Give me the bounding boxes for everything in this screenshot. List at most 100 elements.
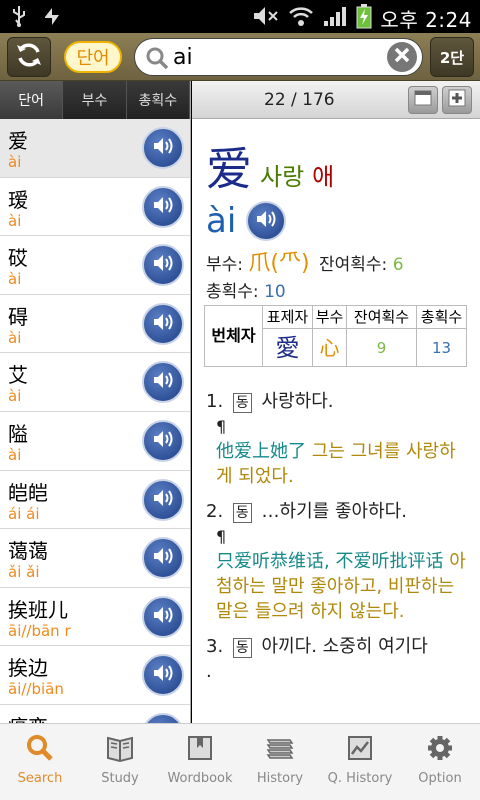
list-item-hanzi: 癌变	[8, 711, 48, 723]
sense-number: 2.	[206, 501, 224, 522]
nav-option[interactable]: Option	[400, 724, 480, 800]
play-audio-button[interactable]	[142, 654, 184, 697]
two-column-button[interactable]: 2단	[430, 37, 474, 77]
add-to-wordbook-button[interactable]	[442, 86, 472, 114]
list-item-hanzi: 瑷	[8, 187, 28, 212]
battery-charging-icon	[356, 3, 372, 33]
book-icon	[105, 734, 135, 766]
play-audio-button[interactable]	[142, 185, 184, 228]
variant-header: 표제자	[262, 305, 313, 329]
list-item-pinyin: ài	[8, 153, 22, 171]
nav-search[interactable]: Search	[0, 724, 80, 800]
sense-2: 2. 동 …하기를 좋아하다. ¶ 只爱听恭维话, 不爱听批评话 아첨하는 말만…	[206, 499, 472, 624]
search-mode-toggle[interactable]: 단어	[64, 41, 122, 73]
nav-q-history[interactable]: Q. History	[320, 724, 400, 800]
list-item[interactable]: 碍 ài	[0, 294, 190, 354]
speaker-icon	[151, 134, 175, 162]
result-counter: 22 / 176	[264, 90, 335, 110]
speaker-icon	[151, 661, 175, 689]
stroke-info: 총획수: 10	[206, 277, 472, 302]
play-audio-button[interactable]	[142, 302, 184, 345]
list-item-hanzi: 皑皑	[8, 480, 48, 505]
list-item[interactable]: 艾 ài	[0, 353, 190, 412]
nav-wordbook[interactable]: Wordbook	[160, 724, 240, 800]
variant-remaining-strokes: 9	[346, 328, 417, 367]
list-item-hanzi: 挨班儿	[8, 597, 68, 622]
search-icon	[26, 734, 54, 766]
pos-tag: 동	[232, 393, 252, 413]
gear-icon	[426, 734, 454, 766]
list-item-pinyin: āi//bān r	[8, 621, 71, 640]
refresh-button[interactable]	[7, 37, 51, 77]
panel-icon	[413, 89, 433, 111]
sense-meaning: …하기를 좋아하다.	[261, 501, 407, 522]
meanings: 1. 동 사랑하다. ¶ 他爱上她了 그는 그녀를 사랑하게 되었다. 2. 동…	[206, 389, 472, 684]
example-chinese: 他爱上她了	[216, 441, 306, 462]
list-item-pinyin: ài	[8, 387, 22, 406]
variant-header: 부수	[312, 305, 347, 329]
list-item[interactable]: 爱 ài	[0, 119, 190, 178]
sense-number: 3.	[206, 636, 224, 657]
search-box	[134, 38, 423, 76]
speaker-icon	[151, 544, 175, 572]
chart-icon	[346, 734, 374, 766]
pos-tag: 동	[232, 638, 252, 658]
headword-pinyin: ài	[206, 201, 237, 241]
tab-stroke-count[interactable]: 총획수	[126, 81, 190, 119]
cell-signal-icon	[322, 4, 348, 32]
example: ¶ 他爱上她了 그는 그녀를 사랑하게 되었다.	[206, 414, 472, 489]
list-item[interactable]: 砹 ài	[0, 236, 190, 295]
nav-label: Search	[17, 771, 63, 786]
list-item-hanzi: 砹	[8, 246, 28, 271]
play-audio-button[interactable]	[142, 361, 184, 404]
list-item-hanzi: 碍	[8, 304, 28, 329]
usb-icon	[10, 5, 28, 31]
list-item[interactable]: 隘 ài	[0, 411, 190, 471]
play-audio-button[interactable]	[142, 537, 184, 580]
entry-detail: 爱 사랑 애 ài 부수: 爪(⺥) 잔여획수: 6 총획수: 10 번체자 표	[192, 119, 480, 684]
list-item-pinyin: ài	[8, 211, 22, 230]
mute-icon	[252, 4, 280, 32]
play-audio-button[interactable]	[142, 478, 184, 521]
headword-hanzi: 爱	[206, 142, 252, 196]
nav-label: Q. History	[327, 771, 393, 786]
sense-1: 1. 동 사랑하다. ¶ 他爱上她了 그는 그녀를 사랑하게 되었다.	[206, 389, 472, 489]
speaker-icon	[151, 310, 175, 338]
sense-number: 1.	[206, 391, 224, 412]
list-item[interactable]: 皑皑 ái ái	[0, 470, 190, 530]
example-chinese: 只爱听恭维话, 不爱听批评话	[216, 551, 444, 572]
radical-value[interactable]: 爪(⺥)	[248, 251, 309, 276]
list-item[interactable]: 瑷 ài	[0, 177, 190, 237]
list-item[interactable]: 癌变	[0, 704, 190, 723]
speaker-icon	[151, 486, 175, 514]
list-item[interactable]: 挨边 āi//biān	[0, 646, 190, 705]
list-item[interactable]: 蔼蔼 ǎi ǎi	[0, 529, 190, 588]
total-strokes-label: 총획수:	[206, 282, 259, 302]
variant-row-header: 번체자	[204, 305, 263, 367]
variant-headword[interactable]: 愛	[262, 328, 313, 367]
play-audio-button[interactable]	[246, 201, 287, 241]
tab-radical[interactable]: 부수	[63, 81, 127, 119]
list-item[interactable]: 挨班儿 āi//bān r	[0, 587, 190, 647]
speaker-icon	[254, 207, 278, 235]
refresh-icon	[14, 40, 44, 74]
play-audio-button[interactable]	[142, 712, 184, 723]
pilcrow-icon: ¶	[216, 417, 227, 436]
play-audio-button[interactable]	[142, 127, 184, 169]
nav-history[interactable]: History	[240, 724, 320, 800]
variant-radical[interactable]: 心	[312, 328, 347, 367]
sense-3: 3. 동 아끼다. 소중히 여기다 .	[206, 634, 472, 684]
wordbook-icon	[186, 734, 214, 766]
play-audio-button[interactable]	[142, 244, 184, 287]
nav-study[interactable]: Study	[80, 724, 160, 800]
play-audio-button[interactable]	[142, 595, 184, 638]
variant-table: 번체자 표제자 부수 잔여획수 총획수 愛 心 9 13	[204, 305, 467, 367]
play-audio-button[interactable]	[142, 419, 184, 462]
clear-search-button[interactable]	[387, 42, 417, 72]
speaker-icon	[151, 251, 175, 279]
sense-meaning: 아끼다. 소중히 여기다	[261, 636, 428, 657]
tab-word[interactable]: 단어	[0, 81, 64, 119]
collapse-button[interactable]	[408, 86, 438, 114]
speaker-icon	[151, 368, 175, 396]
search-input[interactable]	[173, 43, 373, 71]
